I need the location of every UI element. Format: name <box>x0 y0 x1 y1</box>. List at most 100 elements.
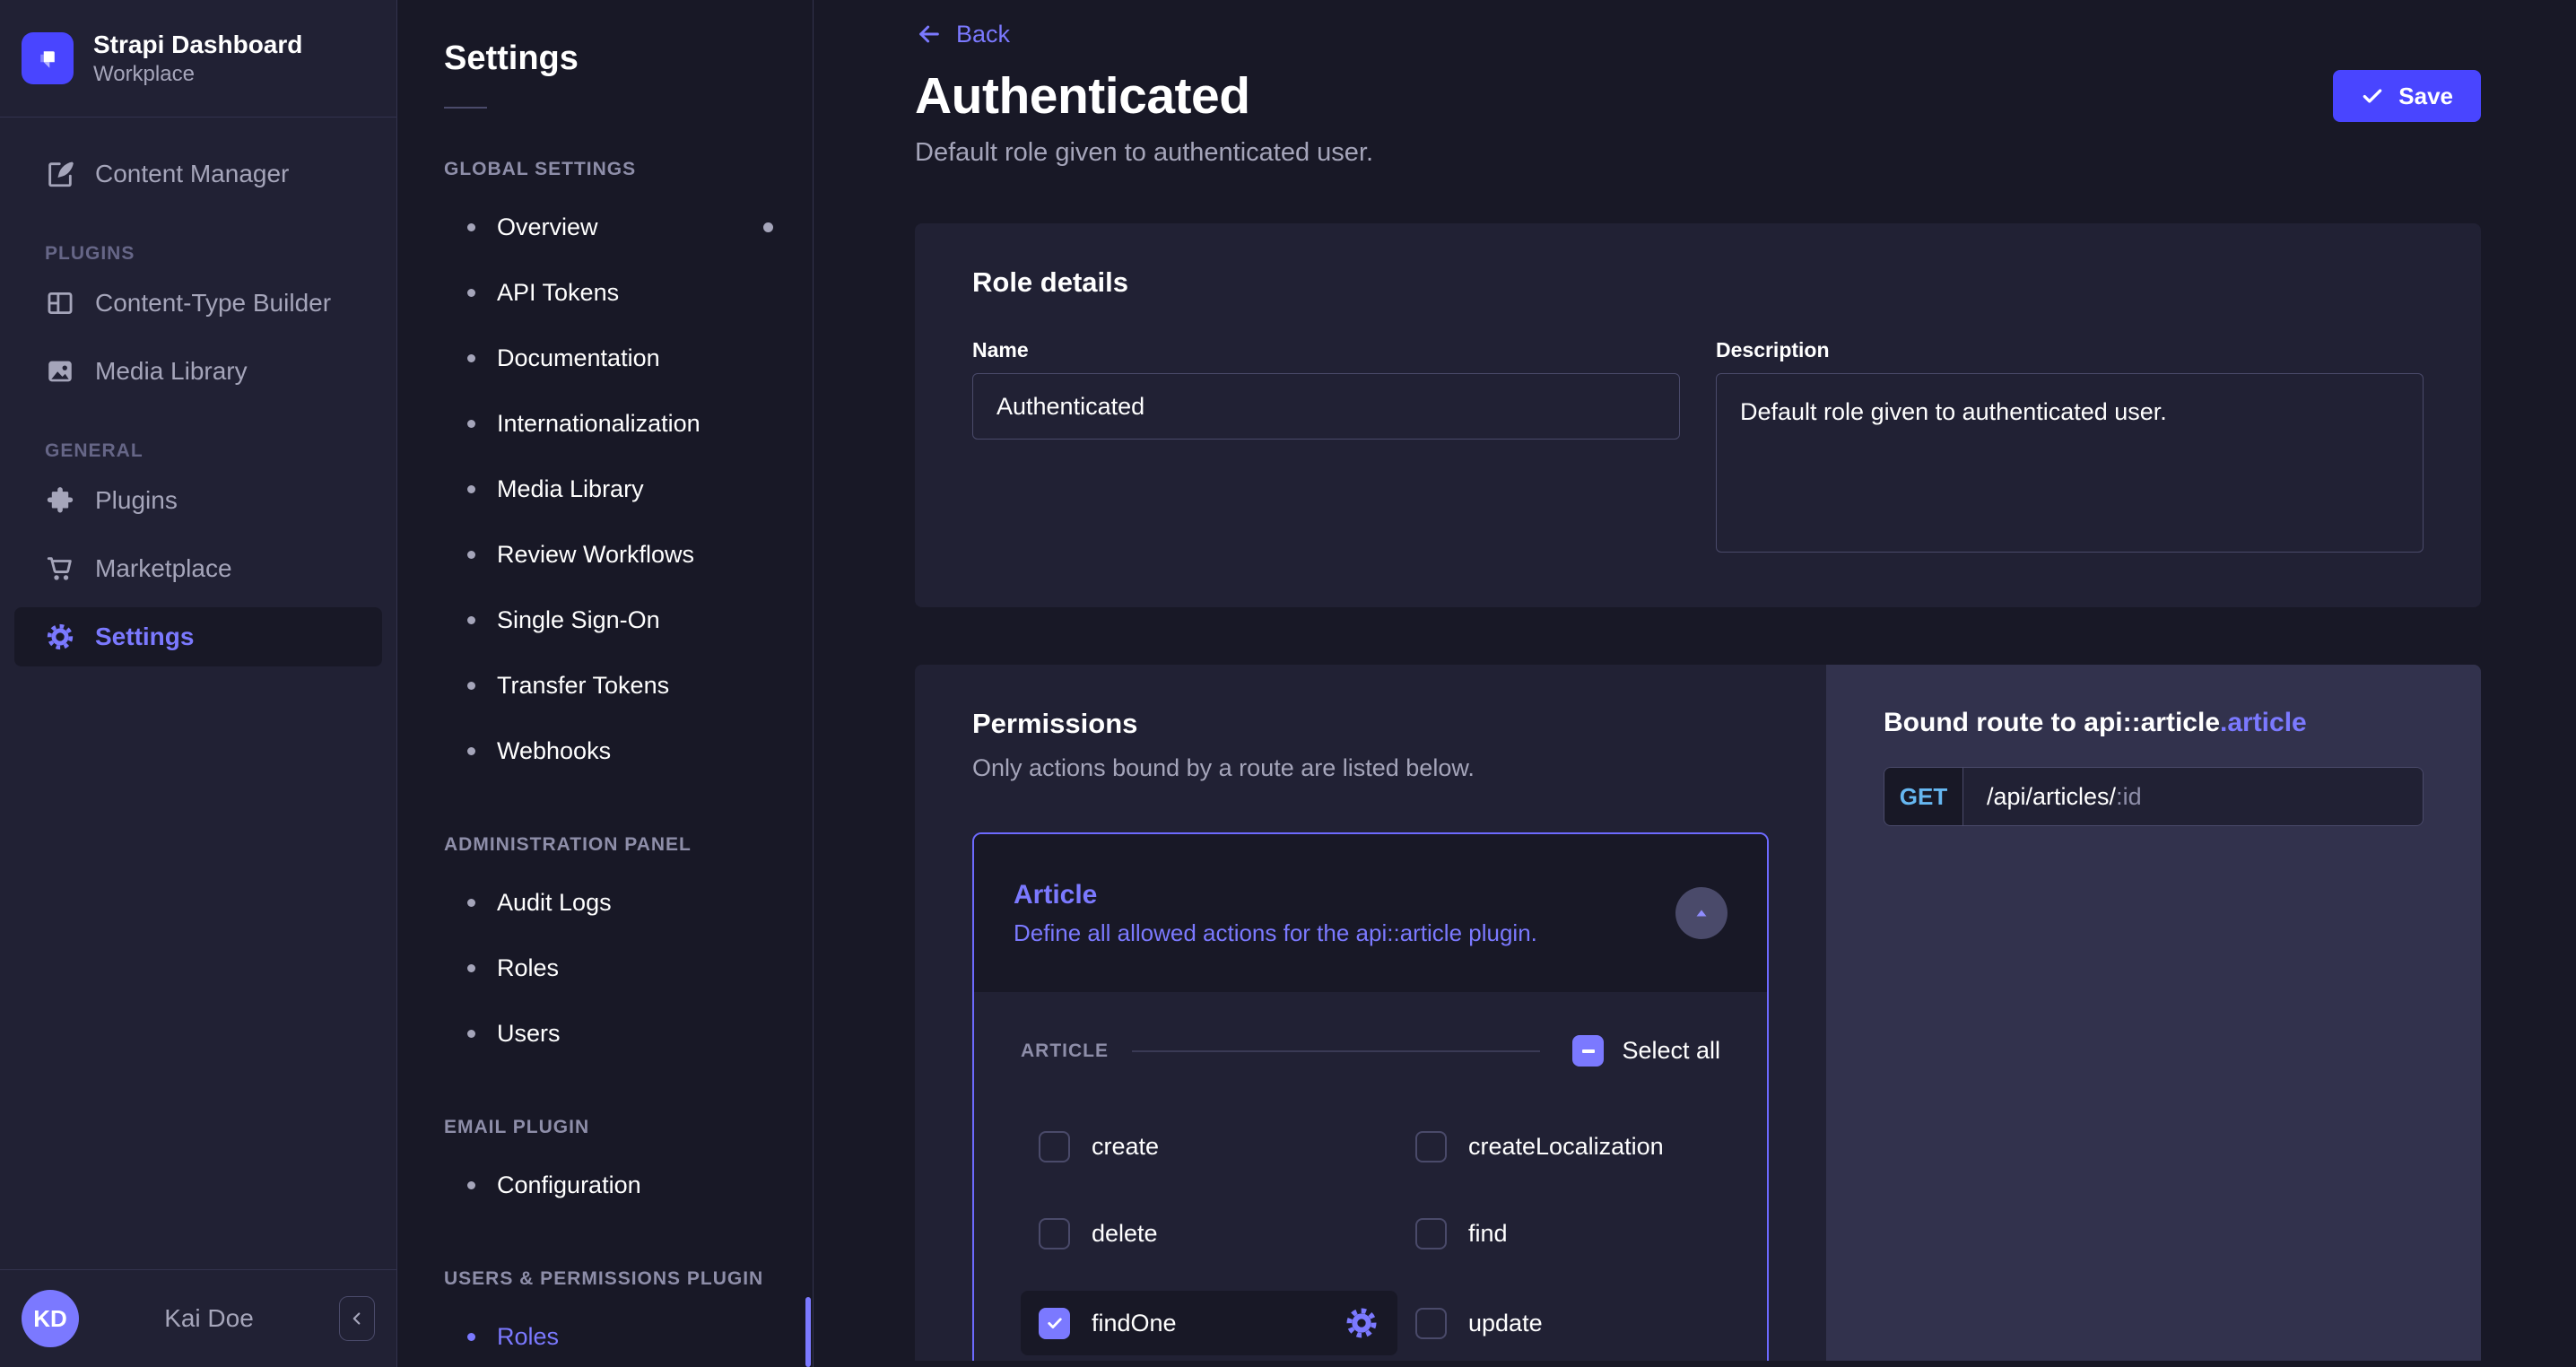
name-field-group: Name <box>972 338 1680 557</box>
subnav-item-api-tokens[interactable]: API Tokens <box>397 260 813 326</box>
select-all-control[interactable]: Select all <box>1572 1035 1720 1067</box>
sidebar-item-plugins[interactable]: Plugins <box>14 471 382 530</box>
bullet-icon <box>467 899 475 907</box>
permission-settings-button[interactable] <box>1344 1305 1379 1341</box>
bullet-icon <box>467 420 475 428</box>
name-input[interactable] <box>972 373 1680 440</box>
subnav-item-label: Audit Logs <box>497 889 612 916</box>
subnav-item-media-library[interactable]: Media Library <box>397 457 813 522</box>
permission-label: createLocalization <box>1468 1133 1664 1160</box>
subnav-section-email-plugin: EMAIL PLUGIN Configuration <box>397 1117 813 1218</box>
back-link[interactable]: Back <box>915 14 1010 54</box>
notification-dot-icon <box>763 222 773 232</box>
puzzle-icon <box>47 487 74 513</box>
subnav-item-admin-roles[interactable]: Roles <box>397 936 813 1001</box>
bullet-icon <box>467 682 475 690</box>
gear-icon <box>47 623 74 650</box>
page-subtitle: Default role given to authenticated user… <box>915 138 1374 167</box>
description-field-group: Description Default role given to authen… <box>1716 338 2424 557</box>
article-accordion: Article Define all allowed actions for t… <box>972 832 1769 1361</box>
subnav-item-admin-users[interactable]: Users <box>397 1001 813 1067</box>
route-path: /api/articles/:id <box>1963 768 2423 825</box>
permission-find[interactable]: find <box>1397 1204 1720 1264</box>
permission-findOne[interactable]: findOne <box>1021 1291 1397 1355</box>
sidebar-item-label: Content Manager <box>95 160 290 187</box>
subnav-item-webhooks[interactable]: Webhooks <box>397 718 813 784</box>
permission-label: update <box>1468 1309 1543 1337</box>
permission-delete[interactable]: delete <box>1021 1204 1397 1264</box>
bullet-icon <box>467 1030 475 1038</box>
subnav-item-label: Overview <box>497 213 598 240</box>
description-textarea[interactable]: Default role given to authenticated user… <box>1716 373 2424 553</box>
bullet-icon <box>467 485 475 493</box>
subnav-section-global-settings: GLOBAL SETTINGS Overview API Tokens Docu… <box>397 159 813 784</box>
subnav-item-overview[interactable]: Overview <box>397 195 813 260</box>
workspace-header[interactable]: Strapi Dashboard Workplace <box>0 0 396 118</box>
subnav-item-documentation[interactable]: Documentation <box>397 326 813 391</box>
article-accordion-body: ARTICLE Select all create createLocaliza… <box>974 992 1767 1361</box>
sidebar-item-settings[interactable]: Settings <box>14 607 382 666</box>
permission-label: findOne <box>1092 1309 1177 1337</box>
subnav-item-label: Internationalization <box>497 410 701 437</box>
subnav-item-configuration[interactable]: Configuration <box>397 1153 813 1218</box>
sidebar-nav: Content Manager PLUGINS Content-Type Bui… <box>0 118 396 1269</box>
gear-icon <box>1346 1308 1377 1338</box>
route-path-param: :id <box>2116 782 2142 810</box>
bullet-icon <box>467 616 475 624</box>
subnav-item-single-sign-on[interactable]: Single Sign-On <box>397 588 813 653</box>
checkbox-unchecked-icon[interactable] <box>1415 1218 1447 1249</box>
permission-createLocalization[interactable]: createLocalization <box>1397 1117 1720 1177</box>
user-name[interactable]: Kai Doe <box>97 1304 321 1333</box>
permissions-panel: Permissions Only actions bound by a rout… <box>915 665 1826 1361</box>
sidebar-item-marketplace[interactable]: Marketplace <box>14 539 382 598</box>
article-accordion-header[interactable]: Article Define all allowed actions for t… <box>974 834 1767 992</box>
sidebar-item-content-type-builder[interactable]: Content-Type Builder <box>14 274 382 333</box>
collapse-accordion-button[interactable] <box>1675 887 1727 939</box>
save-button[interactable]: Save <box>2333 70 2481 122</box>
checkbox-unchecked-icon[interactable] <box>1415 1131 1447 1162</box>
subnav-item-up-roles[interactable]: Roles <box>397 1304 813 1367</box>
select-all-label: Select all <box>1622 1037 1720 1064</box>
subnav-section-title: ADMINISTRATION PANEL <box>444 834 692 855</box>
name-label: Name <box>972 338 1029 361</box>
bullet-icon <box>467 964 475 972</box>
route-method-badge: GET <box>1884 768 1963 825</box>
save-label: Save <box>2398 82 2453 109</box>
layout-grid-icon <box>48 292 73 315</box>
checkbox-checked-icon[interactable] <box>1039 1307 1070 1339</box>
subnav-item-audit-logs[interactable]: Audit Logs <box>397 870 813 936</box>
subnav-section-title: GLOBAL SETTINGS <box>444 159 637 179</box>
bound-route-title-main: Bound route to api::article <box>1884 708 2220 737</box>
bullet-icon <box>467 289 475 297</box>
subnav-item-internationalization[interactable]: Internationalization <box>397 391 813 457</box>
permissions-section: Permissions Only actions bound by a rout… <box>915 665 2481 1361</box>
subnav-scrollbar-thumb[interactable] <box>805 1297 811 1367</box>
permission-label: delete <box>1092 1220 1158 1247</box>
bullet-icon <box>467 747 475 755</box>
subnav-item-label: Documentation <box>497 344 660 371</box>
permission-create[interactable]: create <box>1021 1117 1397 1177</box>
checkbox-unchecked-icon[interactable] <box>1039 1218 1070 1249</box>
cart-icon <box>47 557 72 580</box>
main-sidebar: Strapi Dashboard Workplace Content Manag… <box>0 0 397 1367</box>
permission-update[interactable]: update <box>1397 1291 1720 1355</box>
subnav-item-review-workflows[interactable]: Review Workflows <box>397 522 813 588</box>
picture-icon <box>48 361 72 382</box>
sidebar-footer: KD Kai Doe <box>0 1269 396 1367</box>
collapse-sidebar-button[interactable] <box>339 1296 375 1341</box>
bullet-icon <box>467 354 475 362</box>
select-all-checkbox-indeterminate-icon[interactable] <box>1572 1035 1605 1067</box>
subnav-item-transfer-tokens[interactable]: Transfer Tokens <box>397 653 813 718</box>
checkbox-unchecked-icon[interactable] <box>1415 1307 1447 1339</box>
chevron-left-icon <box>352 1312 361 1325</box>
settings-subnav: Settings GLOBAL SETTINGS Overview API To… <box>397 0 814 1367</box>
sidebar-item-content-manager[interactable]: Content Manager <box>14 144 382 204</box>
description-label: Description <box>1716 338 1830 361</box>
role-details-card: Role details Name Description Default ro… <box>915 223 2481 607</box>
subnav-item-label: Roles <box>497 1323 560 1350</box>
workspace-info: Strapi Dashboard Workplace <box>93 30 302 88</box>
sidebar-item-media-library[interactable]: Media Library <box>14 342 382 401</box>
subnav-section-users-permissions-plugin: USERS & PERMISSIONS PLUGIN Roles <box>397 1268 813 1367</box>
checkbox-unchecked-icon[interactable] <box>1039 1131 1070 1162</box>
avatar[interactable]: KD <box>22 1290 79 1347</box>
